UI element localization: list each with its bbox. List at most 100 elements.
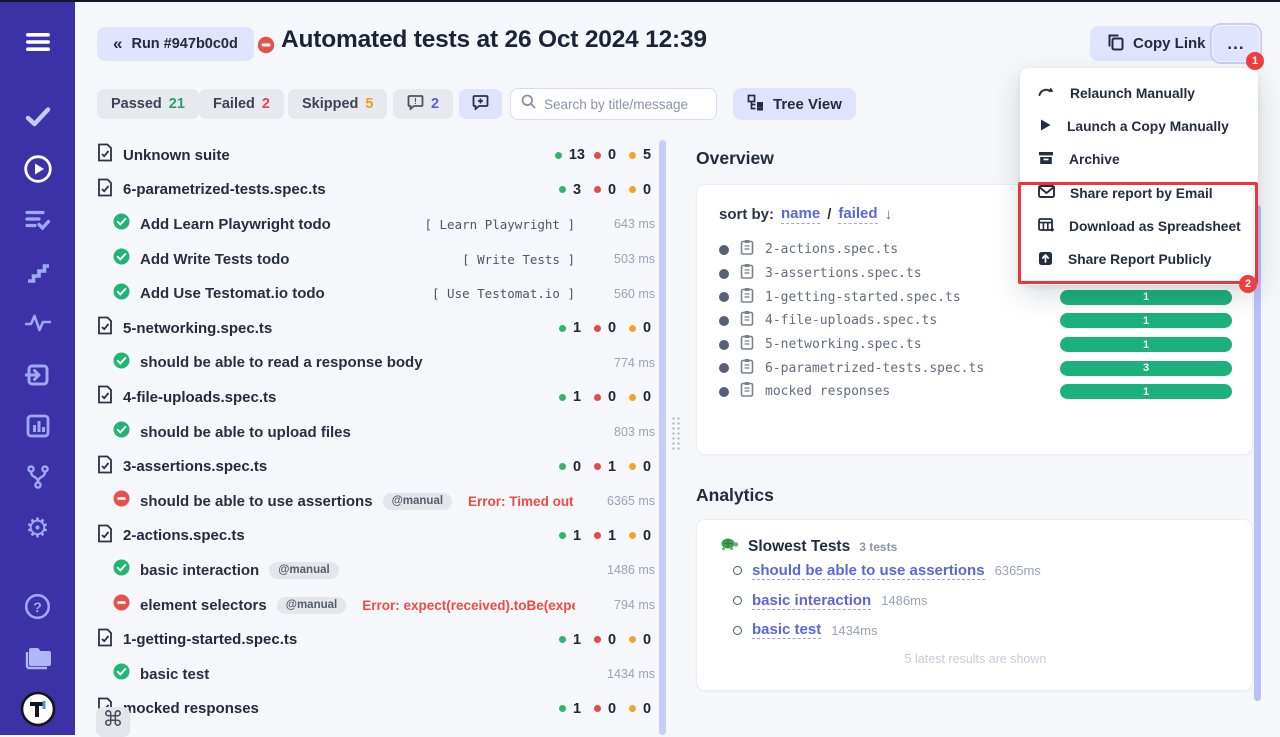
test-duration: 6365 ms bbox=[599, 494, 655, 508]
test-duration: 503 ms bbox=[599, 252, 655, 266]
sidebar-item-test-plans[interactable] bbox=[0, 194, 75, 245]
clipboard-icon bbox=[740, 239, 754, 260]
test-row[interactable]: should be able to upload files 803 ms bbox=[97, 415, 655, 450]
sidebar-item-pulse[interactable] bbox=[0, 297, 75, 348]
hamburger-icon bbox=[24, 31, 52, 53]
suite-name: 5-networking.spec.ts bbox=[123, 320, 272, 337]
test-row[interactable]: should be able to use assertions @manual… bbox=[97, 484, 655, 519]
more-actions-menu: Relaunch Manually Launch a Copy Manually… bbox=[1020, 68, 1258, 285]
add-comment-button[interactable] bbox=[459, 89, 502, 119]
test-row[interactable]: Add Learn Playwright todo [ Learn Playwr… bbox=[97, 207, 655, 242]
sidebar-item-reports[interactable] bbox=[0, 400, 75, 451]
tree-view-icon bbox=[747, 94, 764, 115]
overview-suite-row[interactable]: 5-networking.spec.ts 1 bbox=[719, 333, 1232, 357]
slow-test-duration: 1434ms bbox=[831, 623, 877, 638]
manual-tag-badge: @manual bbox=[269, 562, 338, 579]
app-logo[interactable] bbox=[0, 684, 75, 735]
suite-row[interactable]: 1-getting-started.spec.ts 100 bbox=[97, 622, 655, 657]
test-row[interactable]: Add Write Tests todo [ Write Tests ] 503… bbox=[97, 242, 655, 277]
passed-count-bar: 1 bbox=[1060, 313, 1232, 328]
filter-failed-button[interactable]: Failed 2 bbox=[199, 89, 284, 119]
passed-count-bar: 3 bbox=[1060, 361, 1232, 376]
menu-item-relaunch[interactable]: Relaunch Manually bbox=[1020, 77, 1258, 110]
suite-passed-count: 1 bbox=[573, 701, 581, 717]
suite-failed-count: 1 bbox=[608, 459, 616, 475]
test-row[interactable]: Add Use Testomat.io todo [ Use Testomat.… bbox=[97, 276, 655, 311]
overview-suite-row[interactable]: 1-getting-started.spec.ts 1 bbox=[719, 285, 1232, 309]
suite-name: 1-getting-started.spec.ts bbox=[123, 631, 297, 648]
sidebar-item-settings[interactable]: ⚙ bbox=[0, 503, 75, 554]
overview-suite-row[interactable]: mocked responses 1 bbox=[719, 380, 1232, 404]
list-check-icon bbox=[25, 209, 51, 231]
menu-toggle-button[interactable] bbox=[0, 16, 75, 67]
slow-test-link[interactable]: basic test bbox=[752, 621, 821, 639]
bullet-icon bbox=[719, 363, 729, 373]
menu-item-label: Share Report Publicly bbox=[1068, 252, 1211, 267]
test-duration: 643 ms bbox=[599, 217, 655, 231]
sidebar-item-import[interactable] bbox=[0, 349, 75, 400]
menu-item-share-publicly[interactable]: Share Report Publicly bbox=[1020, 243, 1258, 276]
suite-failed-count: 0 bbox=[608, 389, 616, 405]
suite-row[interactable]: 5-networking.spec.ts 100 bbox=[97, 311, 655, 346]
bullet-icon bbox=[719, 316, 729, 326]
sidebar-item-branches[interactable] bbox=[0, 452, 75, 503]
circle-bullet-icon bbox=[733, 566, 742, 575]
overview-suite-name: 5-networking.spec.ts bbox=[765, 337, 922, 352]
sidebar-item-projects[interactable] bbox=[0, 632, 75, 683]
git-branch-icon bbox=[25, 464, 51, 490]
test-row[interactable]: should be able to read a response body 7… bbox=[97, 346, 655, 381]
filter-passed-button[interactable]: Passed 21 bbox=[97, 89, 199, 119]
comments-count: 2 bbox=[431, 96, 439, 112]
menu-item-label: Relaunch Manually bbox=[1070, 86, 1195, 101]
slow-test-link[interactable]: basic interaction bbox=[752, 592, 871, 610]
analytics-card: Slowest Tests 3 tests should be able to … bbox=[696, 519, 1253, 691]
sort-direction-arrow[interactable]: ↓ bbox=[885, 206, 893, 223]
suite-row[interactable]: mocked responses 100 bbox=[97, 692, 655, 727]
test-duration: 803 ms bbox=[599, 425, 655, 439]
suite-row[interactable]: 3-assertions.spec.ts 010 bbox=[97, 449, 655, 484]
menu-item-launch-copy[interactable]: Launch a Copy Manually bbox=[1020, 110, 1258, 143]
manual-tag-badge: @manual bbox=[277, 597, 346, 614]
search-input[interactable] bbox=[544, 97, 721, 112]
test-title: should be able to read a response body bbox=[140, 354, 423, 371]
overview-suite-row[interactable]: 4-file-uploads.spec.ts 1 bbox=[719, 309, 1232, 333]
suite-skipped-count: 0 bbox=[643, 528, 651, 544]
overview-suite-row[interactable]: 6-parametrized-tests.spec.ts 3 bbox=[719, 356, 1232, 380]
test-row[interactable]: element selectors @manual Error: expect(… bbox=[97, 588, 655, 623]
suite-row[interactable]: 4-file-uploads.spec.ts 100 bbox=[97, 380, 655, 415]
menu-item-download-spreadsheet[interactable]: Download as Spreadsheet bbox=[1020, 210, 1258, 243]
suite-passed-count: 1 bbox=[573, 632, 581, 648]
suite-row[interactable]: 6-parametrized-tests.spec.ts 300 bbox=[97, 173, 655, 208]
sidebar-item-tests[interactable] bbox=[0, 91, 75, 142]
test-row[interactable]: basic interaction @manual 1486 ms bbox=[97, 553, 655, 588]
test-error-message: Error: Timed out 5000ms v bbox=[468, 494, 575, 509]
left-panel-scrollbar[interactable] bbox=[659, 140, 666, 735]
spreadsheet-icon bbox=[1038, 218, 1054, 235]
test-row[interactable]: basic test 1434 ms bbox=[97, 657, 655, 692]
menu-item-archive[interactable]: Archive bbox=[1020, 143, 1258, 176]
copy-link-button[interactable]: Copy Link bbox=[1090, 26, 1223, 61]
run-back-button[interactable]: « Run #947b0c0d bbox=[97, 27, 254, 61]
window-top-edge bbox=[0, 0, 1280, 2]
menu-item-share-email[interactable]: Share report by Email bbox=[1020, 177, 1258, 210]
tree-view-button[interactable]: Tree View bbox=[733, 88, 856, 120]
sort-by-name-link[interactable]: name bbox=[781, 205, 820, 224]
failed-count: 2 bbox=[262, 96, 270, 112]
sidebar-item-help[interactable]: ? bbox=[0, 581, 75, 632]
sort-by-failed-link[interactable]: failed bbox=[838, 205, 877, 224]
failed-label: Failed bbox=[213, 96, 255, 112]
analytics-heading: Analytics bbox=[696, 485, 774, 506]
test-duration: 774 ms bbox=[599, 356, 655, 370]
archive-icon bbox=[1038, 151, 1054, 168]
filter-skipped-button[interactable]: Skipped 5 bbox=[288, 89, 387, 119]
test-title: Add Write Tests todo bbox=[140, 251, 289, 268]
filter-comments-button[interactable]: ! 2 bbox=[393, 89, 453, 119]
slow-test-link[interactable]: should be able to use assertions bbox=[752, 562, 985, 580]
panel-resize-handle[interactable] bbox=[671, 416, 682, 450]
sort-by-label: sort by: bbox=[719, 206, 774, 223]
sidebar-item-milestones[interactable] bbox=[0, 246, 75, 297]
suite-row[interactable]: Unknown suite 1305 bbox=[97, 138, 655, 173]
suite-row[interactable]: 2-actions.spec.ts 110 bbox=[97, 519, 655, 554]
overview-suite-name: 4-file-uploads.spec.ts bbox=[765, 313, 937, 328]
sidebar-item-runs-active[interactable] bbox=[0, 143, 75, 194]
